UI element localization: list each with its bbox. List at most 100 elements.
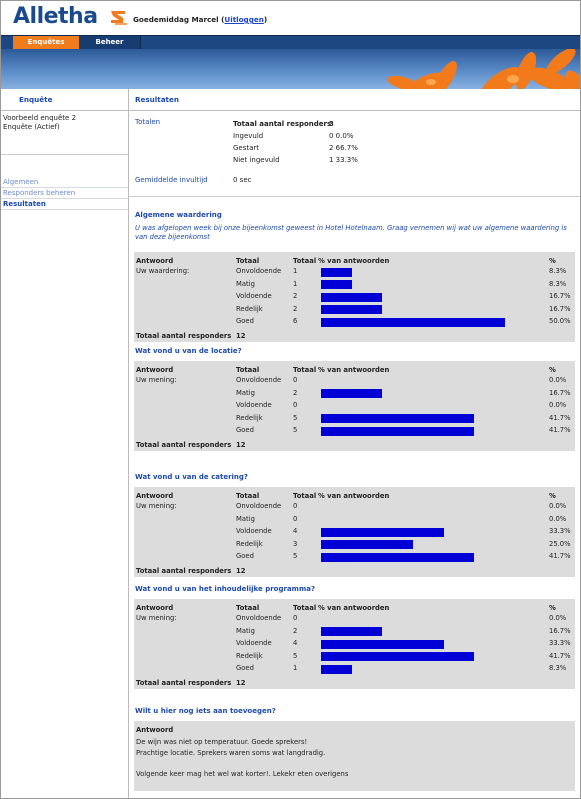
row-label: Uw mening: [136, 614, 177, 622]
table-row: Redelijk 2 16.7% [134, 304, 575, 315]
answer-percent: 8.3% [549, 279, 567, 288]
answer-count: 2 [293, 626, 298, 635]
answer-count: 5 [293, 552, 298, 560]
sidebar-item-algemeen[interactable]: Algemeen [1, 177, 128, 188]
answer-option: Voldoende [236, 639, 272, 647]
answer-count: 0 [293, 401, 298, 409]
open-answer: De wijn was niet op temperatuur. Goede s… [136, 738, 308, 746]
table-header-row: Antwoord [136, 726, 174, 734]
greeting-text: Goedemiddag Marcel [133, 15, 219, 24]
answer-count: 1 [293, 267, 298, 275]
answer-percent: 16.7% [549, 292, 571, 300]
table-row: Voldoende 4 33.3% [134, 638, 575, 649]
table-row: Matig 2 16.7% [134, 626, 575, 637]
table-footer-row: Totaal aantal responders 12 [134, 566, 575, 577]
answer-percent: 0.0% [549, 376, 567, 384]
answer-count: 2 [293, 292, 298, 300]
answer-option: Matig [236, 388, 255, 397]
open-answers-table: Antwoord De wijn was niet op temperatuur.… [134, 721, 575, 791]
answer-percent: 41.7% [549, 651, 571, 660]
tab-beheer[interactable]: Beheer [79, 36, 141, 49]
answer-option: Onvoldoende [236, 376, 282, 384]
answer-option: Redelijk [236, 539, 263, 548]
result-bar [321, 540, 413, 549]
answer-count: 2 [293, 304, 298, 313]
table-row: Goed 1 8.3% [134, 663, 575, 674]
answer-option: Redelijk [236, 304, 263, 313]
answer-percent: 16.7% [549, 388, 571, 397]
answer-percent: 33.3% [549, 639, 571, 647]
footer-total: 12 [236, 440, 246, 449]
totals-section: Totalen Totaal aantal responders 3 Ingev… [129, 111, 580, 197]
answer-percent: 0.0% [549, 502, 567, 510]
table-row: Voldoende 2 16.7% [134, 291, 575, 302]
answer-option: Matig [236, 626, 255, 635]
results-table: Antwoord Totaal Totaal% van antwoorden% Uw … [134, 361, 575, 451]
row-label: Uw mening: [136, 376, 177, 384]
totals-row-label: Ingevuld [233, 132, 264, 140]
main-nav: Enquêtes Beheer [1, 35, 580, 49]
result-bar [321, 305, 382, 314]
answer-option: Redelijk [236, 413, 263, 422]
footer-total: 12 [236, 331, 246, 340]
totals-row-value: 2 66.7% [329, 144, 358, 152]
open-answer: Volgende keer mag het wel wat korter!. L… [136, 769, 349, 778]
page-title: Resultaten [129, 89, 580, 111]
answer-count: 0 [293, 614, 298, 622]
question-title: Wat vond u van het inhoudelijke programm… [135, 585, 316, 593]
table-row: Uw mening: Onvoldoende 0 0.0% [134, 501, 575, 512]
survey-status: Enquête (Actief) [3, 123, 60, 131]
totals-row-value: 0 0.0% [329, 132, 354, 140]
answer-option: Onvoldoende [236, 502, 282, 510]
table-row: Matig 0 0.0% [134, 514, 575, 525]
answer-percent: 8.3% [549, 664, 567, 672]
answer-count: 3 [293, 539, 298, 548]
app-logo[interactable]: Alletha [13, 4, 98, 29]
table-footer-row: Totaal aantal responders 12 [134, 440, 575, 451]
answer-percent: 0.0% [549, 401, 567, 409]
open-answer: Prachtige locatie. Sprekers waren soms w… [136, 748, 326, 757]
question-title: Wat vond u van de locatie? [135, 347, 242, 355]
result-bar [321, 389, 382, 398]
sidebar-item-resultaten[interactable]: Resultaten [1, 199, 128, 210]
answer-percent: 41.7% [549, 413, 571, 422]
results-table: Antwoord Totaal Totaal% van antwoorden% Uw … [134, 487, 575, 577]
tab-enquetes[interactable]: Enquêtes [13, 36, 79, 49]
table-footer-row: Totaal aantal responders 12 [134, 331, 575, 342]
row-label: Uw waardering: [136, 267, 190, 275]
row-label: Uw mening: [136, 502, 177, 510]
footer-label: Totaal aantal responders [136, 440, 232, 449]
answer-percent: 16.7% [549, 304, 571, 313]
table-row: Goed 6 50.0% [134, 316, 575, 327]
sidebar: Enquête Voorbeeld enquête 2 Enquête (Act… [1, 89, 129, 798]
answer-count: 1 [293, 664, 298, 672]
footer-label: Totaal aantal responders [136, 678, 232, 687]
answer-option: Onvoldoende [236, 267, 282, 275]
answer-option: Matig [236, 279, 255, 288]
answer-option: Onvoldoende [236, 614, 282, 622]
logout-link[interactable]: Uitloggen [224, 15, 263, 24]
question-title: Wilt u hier nog iets aan toevoegen? [135, 707, 276, 715]
answer-percent: 50.0% [549, 317, 571, 325]
footer-total: 12 [236, 678, 246, 687]
result-bar [321, 639, 444, 649]
answer-count: 1 [293, 279, 298, 288]
answer-percent: 41.7% [549, 552, 571, 560]
table-row: Uw waardering: Onvoldoende 1 8.3% [134, 266, 575, 277]
totals-row-label: Gestart [233, 144, 260, 152]
answer-option: Redelijk [236, 651, 263, 660]
question-description: U was afgelopen week bij onze bijeenkoms… [135, 224, 567, 241]
table-row: Goed 5 41.7% [134, 425, 575, 436]
avg-time-label: Gemiddelde invultijd [135, 176, 208, 184]
footer-label: Totaal aantal responders [136, 566, 232, 575]
answer-count: 0 [293, 376, 298, 384]
result-bar [321, 414, 474, 423]
answer-option: Goed [236, 552, 254, 560]
answer-option: Goed [236, 426, 254, 434]
totals-label: Totalen [135, 118, 161, 126]
flower-decoration-icon [387, 49, 580, 89]
survey-info: Voorbeeld enquête 2 Enquête (Actief) [1, 111, 128, 155]
answer-count: 4 [293, 639, 298, 647]
table-row: Redelijk 5 41.7% [134, 651, 575, 662]
sidebar-item-responders[interactable]: Responders beheren [1, 188, 128, 199]
